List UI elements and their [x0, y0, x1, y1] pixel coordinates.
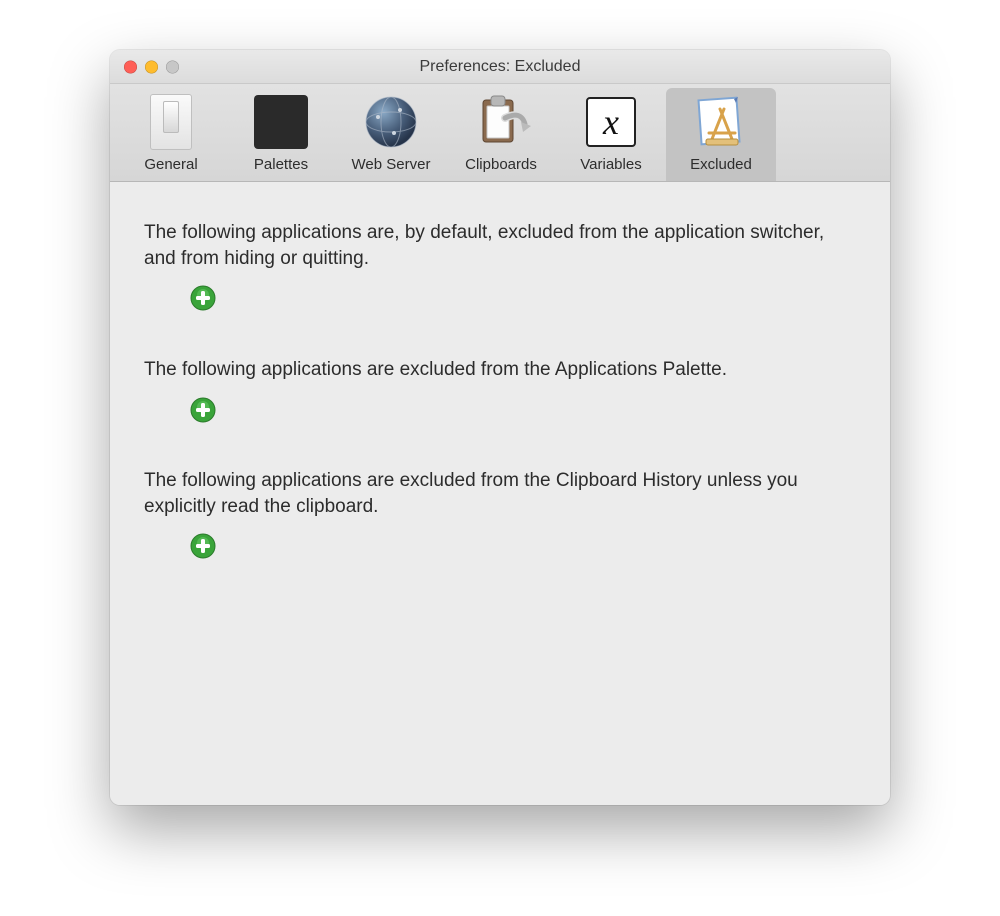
content-pane: The following applications are, by defau… — [110, 182, 890, 805]
switch-icon — [150, 94, 192, 150]
globe-icon — [364, 94, 418, 150]
tab-label: General — [144, 156, 197, 173]
section-description: The following applications are excluded … — [144, 468, 856, 519]
traffic-lights — [124, 60, 179, 73]
minimize-icon[interactable] — [145, 60, 158, 73]
section-palette: The following applications are excluded … — [144, 357, 856, 430]
tab-label: Palettes — [254, 156, 308, 173]
tab-excluded[interactable]: Excluded — [666, 88, 776, 181]
tab-label: Variables — [580, 156, 641, 173]
titlebar[interactable]: Preferences: Excluded — [110, 50, 890, 84]
tab-palettes[interactable]: Palettes — [226, 88, 336, 181]
section-clipboard: The following applications are excluded … — [144, 468, 856, 567]
section-switcher: The following applications are, by defau… — [144, 220, 856, 319]
section-description: The following applications are, by defau… — [144, 220, 856, 271]
window-title: Preferences: Excluded — [122, 58, 878, 76]
close-icon[interactable] — [124, 60, 137, 73]
tab-label: Excluded — [690, 156, 752, 173]
add-app-button[interactable] — [190, 397, 216, 423]
clipboard-icon — [471, 94, 531, 150]
tab-general[interactable]: General — [116, 88, 226, 181]
maximize-icon — [166, 60, 179, 73]
preferences-window: Preferences: Excluded General Palettes — [110, 50, 890, 805]
variable-icon: x — [586, 94, 636, 150]
palette-icon — [254, 94, 308, 150]
add-app-button[interactable] — [190, 533, 216, 559]
toolbar: General Palettes — [110, 84, 890, 182]
tab-web-server[interactable]: Web Server — [336, 88, 446, 181]
application-icon — [694, 94, 748, 150]
tab-clipboards[interactable]: Clipboards — [446, 88, 556, 181]
tab-label: Clipboards — [465, 156, 537, 173]
tab-variables[interactable]: x Variables — [556, 88, 666, 181]
section-description: The following applications are excluded … — [144, 357, 856, 383]
tab-label: Web Server — [352, 156, 431, 173]
add-app-button[interactable] — [190, 285, 216, 311]
